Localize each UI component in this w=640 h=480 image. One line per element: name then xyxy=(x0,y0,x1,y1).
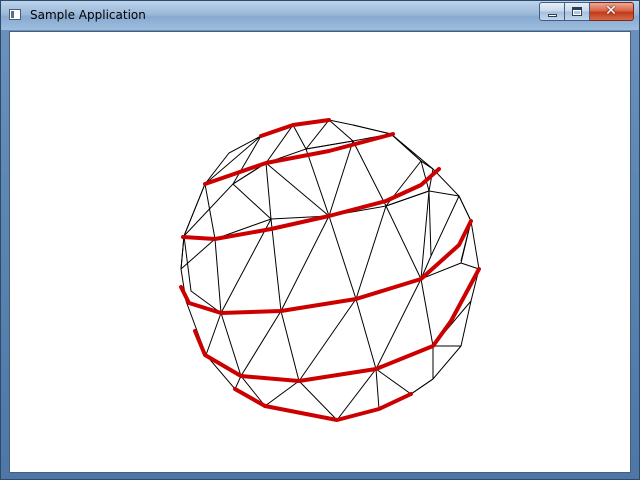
latitude-band-4 xyxy=(179,219,473,315)
wire-edge xyxy=(240,375,266,407)
wire-edge xyxy=(375,368,434,395)
wire-edge xyxy=(220,278,422,314)
maximize-icon xyxy=(572,7,582,16)
close-button[interactable]: ✕ xyxy=(590,2,634,21)
wire-edge xyxy=(328,119,354,142)
render-canvas[interactable] xyxy=(9,31,631,473)
wire-edge xyxy=(355,205,387,300)
wire-edge xyxy=(214,238,222,314)
wire-edge xyxy=(280,215,330,312)
wire-edge xyxy=(420,190,430,280)
maximize-button[interactable] xyxy=(565,2,590,21)
latitude-bands xyxy=(179,118,481,422)
application-window-icon[interactable] xyxy=(9,9,21,20)
wire-edge xyxy=(460,262,480,270)
sphere-scene xyxy=(179,118,481,422)
caption-buttons: ✕ xyxy=(539,2,634,21)
latitude-band-7 xyxy=(263,392,413,422)
wire-edge xyxy=(385,205,422,280)
minimize-button[interactable] xyxy=(539,2,565,21)
title-bar[interactable]: Sample Application ✕ xyxy=(1,1,639,30)
wire-edge xyxy=(355,298,377,370)
window-title: Sample Application xyxy=(30,8,146,22)
wire-edge xyxy=(292,124,307,150)
wire-edge xyxy=(234,375,242,390)
wire-edge xyxy=(298,298,357,382)
close-icon: ✕ xyxy=(605,3,617,19)
latitude-band-2 xyxy=(203,132,395,186)
wire-edge xyxy=(328,215,357,300)
latitude-band-6 xyxy=(233,387,267,408)
wire-edge xyxy=(265,148,331,218)
wire-edge xyxy=(375,368,380,410)
wire-edge xyxy=(264,380,300,407)
minimize-icon xyxy=(548,14,557,17)
wire-edge xyxy=(428,190,460,257)
wire-edge xyxy=(270,218,282,312)
application-window: Sample Application ✕ xyxy=(0,0,640,480)
wire-edge xyxy=(280,310,300,382)
wire-edge xyxy=(420,278,434,347)
wire-edge xyxy=(183,135,262,237)
wire-edge xyxy=(205,312,222,356)
wire-edge xyxy=(240,310,282,377)
